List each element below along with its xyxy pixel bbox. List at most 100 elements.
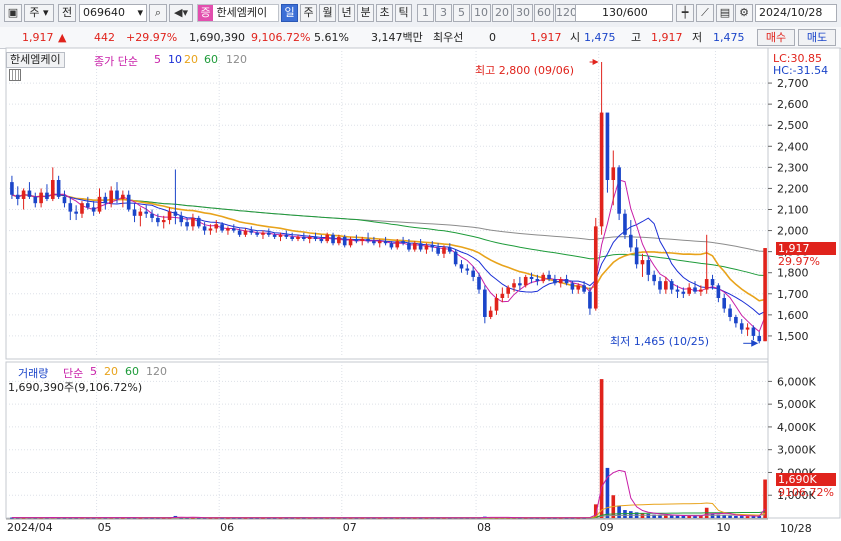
candle-body	[447, 247, 452, 252]
candle-body	[91, 207, 96, 212]
price-panel-tab[interactable]: 한세엠케이	[6, 52, 65, 68]
candle-body	[710, 279, 715, 286]
candle-body	[109, 190, 113, 204]
ma-legend-item-0: 5	[154, 53, 161, 66]
candle-body	[296, 236, 300, 239]
candle-body	[529, 276, 534, 280]
candle-body	[389, 243, 394, 248]
volume-ma-legend-item-1: 20	[104, 365, 118, 378]
candle-body	[477, 276, 481, 290]
volume-tick-label-2: 3,000K	[777, 444, 816, 457]
candle-body	[658, 281, 662, 290]
candle-body	[138, 211, 143, 216]
candle-body	[173, 211, 178, 216]
x-axis-label-6: 10	[716, 521, 731, 534]
price-tick-label-10: 2,500	[777, 119, 809, 132]
candle-body	[167, 211, 172, 221]
candle-body	[757, 335, 762, 342]
candle-body	[442, 247, 446, 254]
candle-body	[313, 236, 318, 239]
candle-body	[284, 234, 289, 237]
candle-body	[249, 230, 254, 233]
low-annotation: 최저 1,465 (10/25)	[610, 335, 710, 348]
volume-bar	[745, 516, 750, 518]
candle-body	[512, 283, 516, 288]
candle-body	[243, 230, 248, 235]
price-tick-label-11: 2,600	[777, 98, 809, 111]
candle-body	[395, 241, 400, 248]
volume-bar	[669, 515, 674, 518]
candle-body	[640, 260, 645, 265]
candle-body	[593, 226, 598, 309]
x-axis-label-3: 07	[342, 521, 357, 534]
candle-body	[588, 291, 592, 309]
volume-ma-legend-item-2: 60	[125, 365, 139, 378]
x-axis-label-0: 2024/04	[7, 521, 53, 534]
volume-bar	[722, 515, 727, 518]
candle-body	[290, 236, 294, 239]
candle-body	[488, 310, 493, 317]
ma-legend-item-1: 10	[168, 53, 182, 66]
candle-body	[728, 308, 732, 317]
volume-tick-label-3: 4,000K	[777, 421, 816, 434]
candle-body	[377, 241, 382, 244]
candle-body	[605, 112, 610, 180]
candle-body	[342, 236, 347, 246]
candle-body	[132, 209, 137, 216]
candle	[763, 248, 767, 342]
candle-body	[459, 264, 464, 269]
candle-body	[623, 213, 627, 235]
x-axis-label-5: 09	[599, 521, 614, 534]
candle-body	[319, 239, 324, 242]
candle-body	[634, 247, 639, 265]
price-tick-label-5: 2,000	[777, 225, 809, 238]
candle-body	[337, 236, 341, 244]
candle-body	[366, 239, 370, 242]
candle-body	[360, 239, 365, 242]
candle-body	[208, 228, 213, 231]
price-tick-label-12: 2,700	[777, 77, 809, 90]
volume-bar	[693, 516, 697, 518]
candle-body	[126, 194, 131, 210]
candle-body	[500, 293, 505, 298]
volume-bar	[617, 505, 621, 518]
volume-bar	[628, 511, 633, 518]
ma-legend-item-3: 60	[204, 53, 218, 66]
candle-body	[652, 274, 656, 282]
candle-body	[570, 283, 575, 290]
volume-ma-legend-item-0: 5	[90, 365, 97, 378]
candle-body	[121, 194, 125, 199]
candle-body	[412, 243, 417, 250]
candle-body	[27, 190, 32, 197]
candle-body	[255, 232, 259, 235]
candle-body	[494, 298, 499, 311]
candle-body	[39, 192, 43, 204]
x-axis-label-4: 08	[477, 521, 492, 534]
candle-body	[763, 248, 767, 342]
high-annotation: 최고 2,800 (09/06)	[475, 64, 575, 77]
volume-bar	[739, 516, 744, 518]
ma-legend-label: 종가 단순	[94, 55, 138, 68]
ma-legend-item-2: 20	[184, 53, 198, 66]
ma-legend-item-4: 120	[226, 53, 247, 66]
candle-body	[465, 268, 470, 271]
price-tick-label-0: 1,500	[777, 330, 809, 343]
candle-body	[418, 243, 423, 250]
volume-bar	[734, 515, 738, 518]
candle-body	[669, 281, 674, 290]
last-volume-tag: 1,690K	[776, 473, 836, 486]
candle-body	[734, 316, 738, 324]
candle-body	[564, 279, 569, 284]
candle-body	[144, 211, 149, 214]
candle-body	[196, 217, 201, 227]
candle-body	[62, 196, 67, 204]
candle-body	[599, 112, 604, 227]
table-icon[interactable]	[9, 69, 21, 81]
candle-body	[161, 220, 166, 223]
candle-body	[687, 287, 691, 294]
candle-body	[722, 298, 727, 309]
volume-bar	[681, 515, 686, 518]
candle-body	[231, 228, 236, 231]
price-tick-label-3: 1,800	[777, 267, 809, 280]
candle-body	[50, 180, 55, 199]
